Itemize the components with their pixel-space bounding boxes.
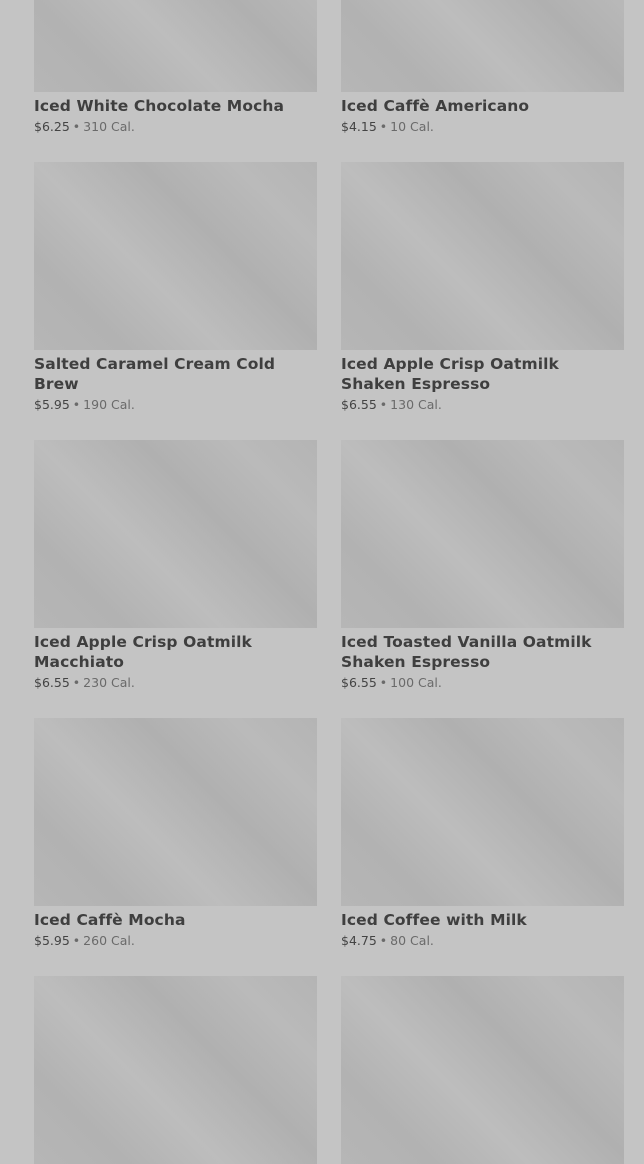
product-image[interactable] [34, 976, 317, 1164]
product-name[interactable]: Iced Caffè Americano [341, 96, 624, 116]
product-calories: 10 Cal. [390, 119, 434, 134]
product-calories: 230 Cal. [83, 675, 135, 690]
product-image[interactable] [34, 718, 317, 906]
product-card[interactable]: Iced Toasted Vanilla Oatmilk Shaken Espr… [341, 440, 624, 718]
product-name[interactable]: Iced Apple Crisp Oatmilk Macchiato [34, 632, 317, 672]
product-image[interactable] [341, 0, 624, 92]
product-card[interactable]: Iced Apple Crisp Oatmilk Shaken Espresso… [341, 162, 624, 440]
product-meta: $5.95 • 260 Cal. [34, 932, 317, 950]
separator-dot: • [72, 933, 81, 948]
separator-dot: • [379, 397, 388, 412]
product-meta: $4.75 • 80 Cal. [341, 932, 624, 950]
product-calories: 80 Cal. [390, 933, 434, 948]
product-meta: $6.55 • 230 Cal. [34, 674, 317, 692]
product-image[interactable] [34, 440, 317, 628]
product-meta: $6.55 • 100 Cal. [341, 674, 624, 692]
product-image[interactable] [341, 440, 624, 628]
product-meta: $4.15 • 10 Cal. [341, 118, 624, 136]
product-name[interactable]: Iced Toasted Vanilla Oatmilk Shaken Espr… [341, 632, 624, 672]
product-meta: $5.95 • 190 Cal. [34, 396, 317, 414]
product-card[interactable] [341, 976, 624, 1164]
product-name[interactable]: Iced White Chocolate Mocha [34, 96, 317, 116]
product-meta: $6.25 • 310 Cal. [34, 118, 317, 136]
separator-dot: • [72, 397, 81, 412]
product-calories: 100 Cal. [390, 675, 442, 690]
product-card[interactable]: Iced Caffè Mocha $5.95 • 260 Cal. [34, 718, 317, 976]
product-calories: 310 Cal. [83, 119, 135, 134]
product-name[interactable]: Iced Coffee with Milk [341, 910, 624, 930]
product-name[interactable]: Iced Caffè Mocha [34, 910, 317, 930]
product-price: $6.55 [341, 675, 377, 690]
product-price: $6.55 [341, 397, 377, 412]
product-price: $4.15 [341, 119, 377, 134]
product-card[interactable]: Iced White Chocolate Mocha $6.25 • 310 Cal… [34, 0, 317, 162]
separator-dot: • [72, 119, 81, 134]
product-calories: 190 Cal. [83, 397, 135, 412]
product-image[interactable] [341, 976, 624, 1164]
product-card[interactable]: Iced Coffee with Milk $4.75 • 80 Cal. [341, 718, 624, 976]
separator-dot: • [379, 675, 388, 690]
separator-dot: • [379, 933, 388, 948]
product-grid: Iced White Chocolate Mocha $6.25 • 310 Cal… [34, 0, 624, 1164]
product-price: $5.95 [34, 397, 70, 412]
product-image[interactable] [34, 0, 317, 92]
product-name[interactable]: Salted Caramel Cream Cold Brew [34, 354, 317, 394]
product-card[interactable]: Salted Caramel Cream Cold Brew $5.95 • 190… [34, 162, 317, 440]
product-card[interactable]: Iced Caffè Americano $4.15 • 10 Cal. [341, 0, 624, 162]
product-price: $6.55 [34, 675, 70, 690]
product-meta: $6.55 • 130 Cal. [341, 396, 624, 414]
product-image[interactable] [341, 162, 624, 350]
product-calories: 130 Cal. [390, 397, 442, 412]
separator-dot: • [379, 119, 388, 134]
product-calories: 260 Cal. [83, 933, 135, 948]
product-card[interactable]: Iced Apple Crisp Oatmilk Macchiato $6.55… [34, 440, 317, 718]
product-price: $5.95 [34, 933, 70, 948]
product-image[interactable] [34, 162, 317, 350]
product-card[interactable] [34, 976, 317, 1164]
product-price: $6.25 [34, 119, 70, 134]
product-price: $4.75 [341, 933, 377, 948]
product-image[interactable] [341, 718, 624, 906]
product-name[interactable]: Iced Apple Crisp Oatmilk Shaken Espresso [341, 354, 624, 394]
separator-dot: • [72, 675, 81, 690]
